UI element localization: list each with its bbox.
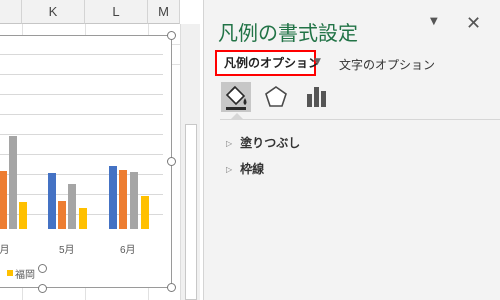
bar-5月-blue[interactable] (48, 173, 56, 229)
fill-line-icon[interactable] (221, 82, 251, 112)
chart-resize-handle[interactable] (167, 31, 176, 40)
legend-resize-handle[interactable] (38, 264, 47, 273)
legend-resize-handle[interactable] (38, 284, 47, 293)
category-label-jun: 6月 (120, 245, 136, 256)
chart-resize-handle[interactable] (167, 157, 176, 166)
bar-4月-gray[interactable] (9, 136, 17, 229)
tab-legend-options-dropdown-icon[interactable]: ▼ (314, 57, 321, 67)
bar-4月-yellow[interactable] (19, 202, 27, 229)
pane-options-dropdown-icon[interactable]: ▼ (430, 16, 438, 27)
chart-area[interactable]: 4月 5月 6月 福岡 (0, 35, 172, 288)
section-fill-label: 塗りつぶし (240, 136, 301, 150)
vertical-scrollbar[interactable] (180, 24, 200, 300)
category-label-apr: 4月 (0, 245, 10, 256)
scrollbar-thumb[interactable] (185, 124, 197, 300)
column-header-l[interactable]: L (85, 0, 148, 24)
section-border-label: 枠線 (240, 162, 265, 176)
format-legend-pane: 凡例の書式設定 ▼ ✕ 凡例のオプション ▼ 文字のオプション ▷ 塗りつぶし ▷… (203, 0, 500, 300)
worksheet-area[interactable]: K L M 4月 5 (0, 0, 200, 300)
column-header-j[interactable] (0, 0, 22, 24)
pane-title: 凡例の書式設定 (218, 21, 358, 45)
legend-entry-fukuoka: 福岡 (15, 270, 35, 281)
size-properties-icon[interactable] (301, 82, 331, 112)
expand-arrow-icon: ▷ (226, 139, 233, 148)
legend-swatch-yellow (7, 270, 13, 276)
section-border[interactable]: ▷ 枠線 (226, 160, 264, 177)
bar-6月-blue[interactable] (109, 166, 117, 229)
bar-5月-gray[interactable] (68, 184, 76, 229)
pane-divider (220, 119, 500, 120)
category-label-may: 5月 (59, 245, 75, 256)
expand-arrow-icon: ▷ (226, 165, 233, 174)
close-icon[interactable]: ✕ (466, 13, 481, 34)
column-header-m[interactable]: M (148, 0, 180, 24)
column-header-k[interactable]: K (22, 0, 85, 24)
plot-area[interactable] (0, 36, 163, 229)
chart-resize-handle[interactable] (167, 283, 176, 292)
tab-text-options[interactable]: 文字のオプション (339, 56, 435, 73)
tab-legend-options[interactable]: 凡例のオプション (215, 50, 320, 76)
effects-icon[interactable] (261, 82, 291, 112)
bar-6月-gray[interactable] (130, 172, 138, 229)
section-fill[interactable]: ▷ 塗りつぶし (226, 134, 300, 151)
bar-5月-yellow[interactable] (79, 208, 87, 229)
bar-6月-yellow[interactable] (141, 196, 149, 229)
bar-5月-orange[interactable] (58, 201, 66, 229)
bar-6月-orange[interactable] (119, 170, 127, 229)
bar-4月-orange[interactable] (0, 171, 7, 229)
